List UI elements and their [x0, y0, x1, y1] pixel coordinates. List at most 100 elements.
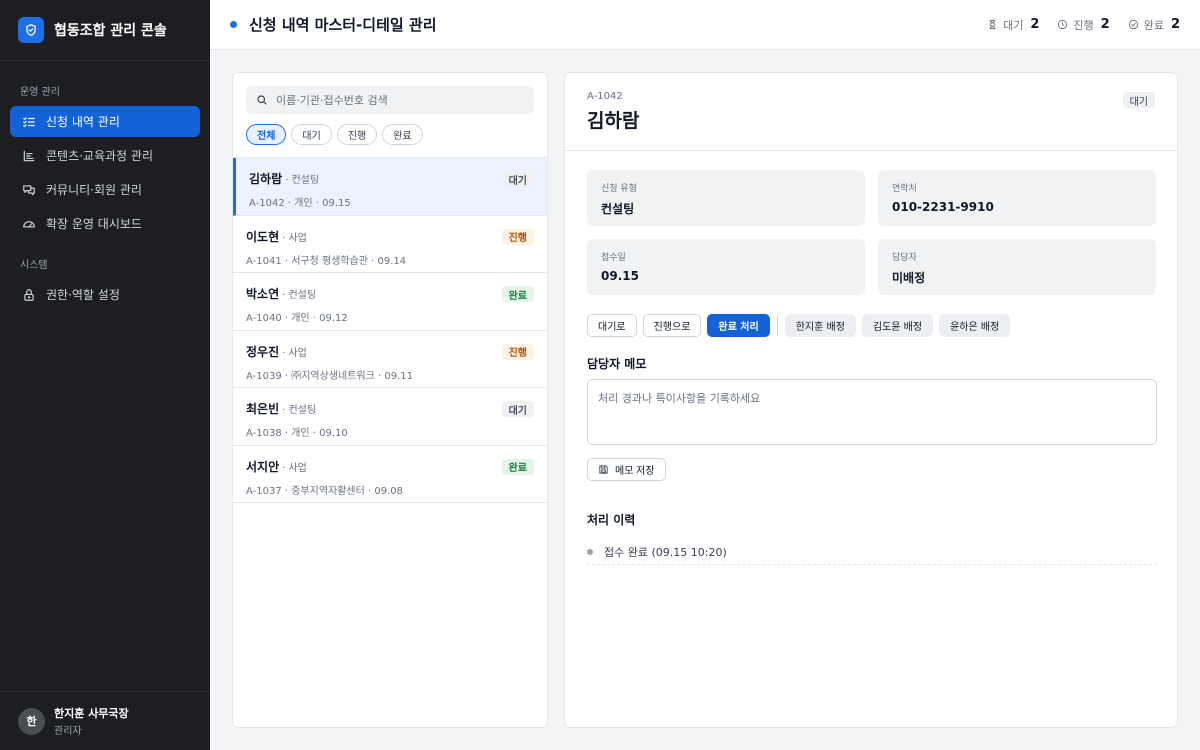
info-label: 담당자 [892, 253, 917, 263]
chat-icon [22, 183, 36, 197]
hourglass-icon [989, 19, 996, 30]
info-card-type: 신청 유형 컨설팅 [587, 170, 865, 226]
sidebar: 협동조합 관리 콘솔 운영 관리 신청 내역 관리 콘텐츠·교육과정 관리 커뮤… [0, 0, 210, 750]
application-list-panel: 전체 대기 진행 완료 김하람· 컨설팅 A-1042 · 개인 · 09.15… [232, 72, 548, 728]
applicant-name: 이도현 [246, 229, 280, 244]
brand: 협동조합 관리 콘솔 [0, 0, 210, 61]
history-text: 접수 완료 (09.15 10:20) [604, 545, 727, 559]
search-icon [257, 95, 267, 105]
sidebar-item-community[interactable]: 커뮤니티·회원 관리 [10, 174, 200, 205]
list-item[interactable]: 정우진 · 사업 A-1039 · ㈜지역상생네트워크 · 09.11 진행 [233, 331, 547, 388]
status-badge: 대기 [501, 171, 534, 187]
list-item[interactable]: 이도현 · 사업 A-1041 · 서구청 평생학습관 · 09.14 진행 [233, 216, 547, 273]
info-label: 신청 유형 [601, 184, 637, 194]
save-icon [599, 465, 608, 474]
filter-done[interactable]: 완료 [382, 124, 423, 145]
sidebar-item-label: 콘텐츠·교육과정 관리 [46, 149, 153, 163]
history-item: 접수 완료 (09.15 10:20) [587, 539, 1157, 565]
status-badge: 완료 [501, 458, 534, 475]
sidebar-item-label: 신청 내역 관리 [46, 115, 120, 129]
page-title: 신청 내역 마스터-디테일 관리 [249, 16, 437, 34]
clock-icon [1058, 19, 1068, 30]
user-name: 한지훈 사무국장 [54, 707, 129, 720]
memo-textarea[interactable] [587, 379, 1157, 445]
checklist-icon [22, 115, 36, 129]
user-role: 관리자 [54, 726, 82, 737]
memo-save-label: 메모 저장 [615, 466, 655, 477]
info-value: 미배정 [892, 271, 926, 285]
applicant-name: 김하람 [249, 172, 283, 186]
application-type: · 사업 [282, 462, 307, 474]
status-badge: 완료 [501, 286, 534, 302]
lock-icon [22, 288, 36, 302]
set-progress-button[interactable]: 진행으로 [642, 314, 702, 337]
info-card-date: 접수일 09.15 [587, 239, 865, 295]
info-card-contact: 연락처 010-2231-9910 [878, 170, 1156, 226]
assign-hanjihun-button[interactable]: 한지훈 배정 [784, 314, 856, 337]
status-badge: 대기 [501, 401, 534, 417]
sidebar-item-applications[interactable]: 신청 내역 관리 [10, 106, 200, 137]
assign-yunhaeun-button[interactable]: 윤하은 배정 [939, 314, 1011, 337]
search-box[interactable] [246, 86, 534, 114]
applicant-name: 서지안 [246, 459, 280, 474]
page-header: 신청 내역 마스터-디테일 관리 대기 2 진행 2 완료 2 [210, 0, 1200, 50]
list-item[interactable]: 김하람 · 컨설팅 A-1042 · 개인 · 09.15 대기 [233, 158, 547, 216]
status-badge: 진행 [501, 343, 534, 360]
app-title: 협동조합 관리 콘솔 [54, 23, 167, 39]
stat-label: 진행 [1073, 18, 1094, 32]
stat-count: 2 [1030, 17, 1040, 32]
bars-icon [22, 149, 36, 163]
application-meta: A-1038 · 개인 · 09.10 [246, 428, 348, 439]
info-label: 연락처 [892, 184, 917, 194]
history-dot-icon [587, 548, 593, 555]
filter-wait[interactable]: 대기 [291, 124, 332, 145]
info-value: 010-2231-9910 [892, 200, 994, 214]
status-badge: 대기 [1122, 92, 1155, 108]
sidebar-item-permissions[interactable]: 권한·역할 설정 [10, 279, 200, 310]
status-summary: 대기 2 진행 2 완료 2 [969, 17, 1180, 33]
avatar: 한 [18, 707, 45, 735]
application-type: · 사업 [282, 232, 307, 244]
application-id: A-1042 [587, 91, 623, 102]
sidebar-item-label: 커뮤니티·회원 관리 [46, 183, 142, 197]
status-filters: 전체 대기 진행 완료 [246, 124, 534, 145]
application-list: 김하람 · 컨설팅 A-1042 · 개인 · 09.15 대기 이도현 · 사업 … [233, 157, 547, 503]
user-profile[interactable]: 한 한지훈 사무국장 관리자 [0, 691, 210, 750]
shield-icon [18, 17, 44, 43]
application-type: · 컨설팅 [285, 175, 320, 186]
sidebar-item-label: 확장 운영 대시보드 [46, 217, 142, 231]
nav-section-system: 시스템 [20, 260, 48, 271]
applicant-name: 정우진 [246, 344, 280, 359]
application-meta: A-1041 · 서구청 평생학습관 · 09.14 [246, 255, 407, 267]
status-badge: 진행 [501, 228, 534, 245]
complete-button[interactable]: 완료 처리 [707, 314, 770, 337]
stat-progress: 진행 2 [1057, 17, 1110, 33]
applicant-name: 박소연 [246, 287, 280, 301]
application-meta: A-1039 · ㈜지역상생네트워크 · 09.11 [246, 370, 413, 382]
sidebar-item-label: 권한·역할 설정 [46, 288, 120, 302]
applicant-name: 최은빈 [246, 402, 280, 416]
list-item[interactable]: 서지안 · 사업 A-1037 · 중부지역자활센터 · 09.08 완료 [233, 446, 547, 503]
list-item[interactable]: 박소연 · 컨설팅 A-1040 · 개인 · 09.12 완료 [233, 273, 547, 331]
sidebar-item-dashboard[interactable]: 확장 운영 대시보드 [10, 208, 200, 239]
set-wait-button[interactable]: 대기로 [587, 314, 637, 337]
info-value: 09.15 [601, 269, 639, 283]
history-title: 처리 이력 [587, 513, 636, 527]
sidebar-item-contents[interactable]: 콘텐츠·교육과정 관리 [10, 140, 200, 171]
nav-section-operations: 운영 관리 [20, 87, 60, 98]
list-item[interactable]: 최은빈 · 컨설팅 A-1038 · 개인 · 09.10 대기 [233, 388, 547, 446]
filter-all[interactable]: 전체 [246, 124, 287, 145]
search-input[interactable] [276, 93, 516, 107]
stat-label: 대기 [1003, 18, 1024, 32]
application-meta: A-1040 · 개인 · 09.12 [246, 313, 348, 324]
assign-kimdoyun-button[interactable]: 김도윤 배정 [861, 314, 934, 337]
stat-wait: 대기 2 [987, 17, 1039, 33]
application-meta: A-1037 · 중부지역자활센터 · 09.08 [246, 485, 403, 497]
status-dot-icon [230, 21, 237, 28]
memo-save-button[interactable]: 메모 저장 [587, 458, 666, 481]
stat-count: 2 [1100, 17, 1110, 32]
filter-progress[interactable]: 진행 [336, 124, 378, 145]
stat-done: 완료 2 [1128, 17, 1180, 33]
action-bar: 대기로 진행으로 완료 처리 한지훈 배정 김도윤 배정 윤하은 배정 [587, 314, 1016, 337]
application-type: · 컨설팅 [282, 405, 317, 416]
